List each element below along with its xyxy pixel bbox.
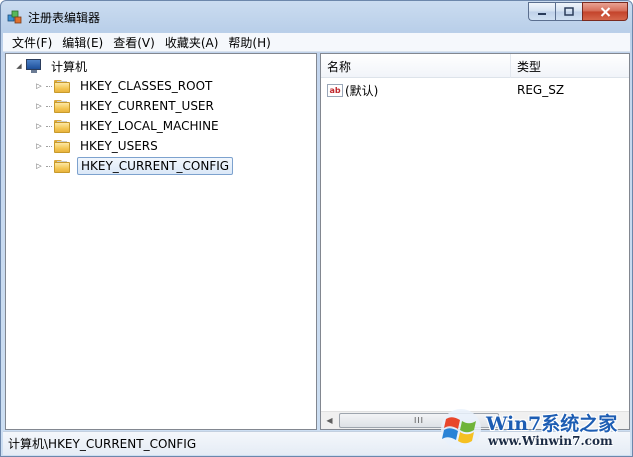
minimize-button[interactable] [528, 2, 555, 21]
menu-favorites[interactable]: 收藏夹(A) [160, 34, 224, 51]
folder-icon [54, 99, 71, 113]
close-button[interactable] [582, 2, 628, 21]
tree-item-label-selected: HKEY_CURRENT_CONFIG [77, 157, 234, 175]
tree-item-computer[interactable]: ◢ 计算机 [14, 56, 90, 76]
menu-help[interactable]: 帮助(H) [223, 34, 275, 51]
minimize-icon [538, 12, 546, 15]
expand-arrow-icon[interactable]: ▷ [34, 101, 44, 111]
expand-arrow-icon[interactable]: ▷ [34, 81, 44, 91]
value-name: (默认) [345, 83, 379, 98]
collapse-arrow-icon[interactable]: ◢ [14, 61, 24, 71]
column-header-name[interactable]: 名称 [321, 54, 511, 78]
expand-arrow-icon[interactable]: ▷ [34, 141, 44, 151]
tree-item-label: HKEY_LOCAL_MACHINE [80, 119, 219, 133]
tree-item-hkey-current-config[interactable]: ▷ HKEY_CURRENT_CONFIG [34, 156, 234, 176]
tree-item-label: 计算机 [51, 59, 88, 74]
value-type: REG_SZ [517, 83, 565, 97]
menu-file[interactable]: 文件(F) [7, 34, 57, 51]
folder-icon [54, 159, 71, 173]
menu-edit[interactable]: 编辑(E) [57, 34, 108, 51]
column-header-type[interactable]: 类型 [511, 54, 629, 78]
tree-item-hkey-current-user[interactable]: ▷ HKEY_CURRENT_USER [34, 96, 217, 116]
status-path: 计算机\HKEY_CURRENT_CONFIG [8, 437, 197, 451]
expand-arrow-icon[interactable]: ▷ [34, 161, 44, 171]
folder-icon [54, 119, 71, 133]
tree-item-label: HKEY_USERS [80, 139, 158, 153]
caption-buttons [528, 2, 628, 22]
expand-arrow-icon[interactable]: ▷ [34, 121, 44, 131]
folder-icon [54, 79, 71, 93]
tree-item-label: HKEY_CURRENT_USER [80, 99, 214, 113]
string-value-icon: ab [327, 83, 343, 97]
tree-item-hkey-classes-root[interactable]: ▷ HKEY_CLASSES_ROOT [34, 76, 215, 96]
menu-view[interactable]: 查看(V) [108, 34, 160, 51]
maximize-button[interactable] [555, 2, 582, 21]
status-bar: 计算机\HKEY_CURRENT_CONFIG [3, 431, 630, 455]
list-header: 名称 类型 [321, 54, 629, 78]
window-title: 注册表编辑器 [28, 11, 101, 25]
registry-editor-icon [7, 10, 22, 24]
tree-item-hkey-local-machine[interactable]: ▷ HKEY_LOCAL_MACHINE [34, 116, 222, 136]
tree-item-hkey-users[interactable]: ▷ HKEY_USERS [34, 136, 161, 156]
menu-bar: 文件(F) 编辑(E) 查看(V) 收藏夹(A) 帮助(H) [3, 33, 630, 52]
maximize-icon [564, 7, 574, 16]
registry-editor-window: 注册表编辑器 文件(F) 编辑(E) 查看(V) 收藏夹(A) 帮助(H) ◢ … [0, 0, 633, 457]
close-icon [600, 6, 610, 17]
list-item[interactable]: ab (默认) REG_SZ [321, 80, 629, 100]
tree-item-label: HKEY_CLASSES_ROOT [80, 79, 213, 93]
folder-icon [54, 139, 71, 153]
title-bar[interactable]: 注册表编辑器 [1, 1, 632, 33]
values-list-pane[interactable]: 名称 类型 ab (默认) REG_SZ ◀ III [320, 53, 630, 430]
scrollbar-thumb[interactable]: III [339, 413, 499, 428]
scroll-left-arrow-icon[interactable]: ◀ [321, 412, 338, 429]
computer-icon [26, 58, 43, 74]
horizontal-scrollbar[interactable]: ◀ III [321, 411, 629, 429]
key-tree-pane[interactable]: ◢ 计算机 ▷ HKEY_CLASSES_ROOT ▷ HKEY_CURRENT… [5, 53, 317, 430]
